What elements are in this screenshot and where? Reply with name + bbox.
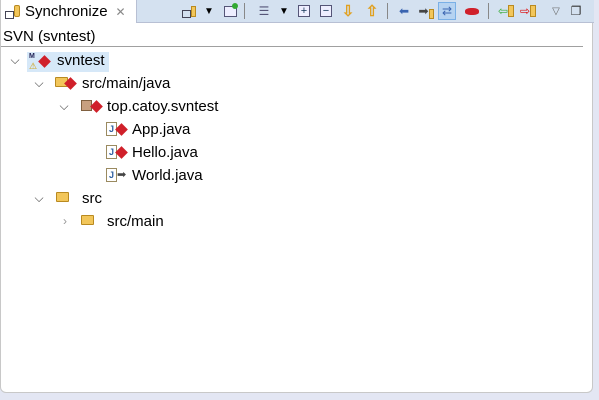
tree-item-folder[interactable]: › src/main: [1, 210, 599, 232]
java-file-outgoing-icon: J ➡: [106, 167, 128, 183]
tree-item-folder[interactable]: ⌵ src/main/java: [1, 72, 599, 94]
chevron-right-icon[interactable]: ›: [59, 214, 71, 228]
tree-item-label: src/main/java: [82, 75, 171, 92]
folder-icon: [56, 190, 78, 206]
java-file-conflict-icon: J: [106, 144, 128, 160]
pin-icon[interactable]: [221, 2, 239, 20]
synchronize-icon: [5, 4, 21, 20]
tree-item-label: src: [82, 190, 102, 207]
tree-layout-icon[interactable]: ☰: [255, 2, 273, 20]
java-file-conflict-icon: J: [106, 121, 128, 137]
tree-item-file[interactable]: J App.java: [1, 118, 599, 140]
source-folder-conflict-icon: [55, 75, 77, 91]
minimize-icon[interactable]: ❐: [567, 2, 585, 20]
view-menu-icon[interactable]: ▽: [547, 2, 565, 20]
chevron-down-icon[interactable]: ⌵: [33, 191, 45, 206]
separator: [488, 3, 489, 19]
outgoing-mode-icon[interactable]: ➡: [417, 2, 435, 20]
tab-title: Synchronize: [25, 3, 108, 20]
tree-item-file[interactable]: J ➡ World.java: [1, 164, 599, 186]
tree-item-package[interactable]: ⌵ top.catoy.svntest: [1, 95, 599, 117]
tree-item-label: App.java: [132, 121, 191, 138]
view-toolbar: ▼ ☰ ▼ + − ⇩ ⇧ ⬅ ➡ ⇄ ⇦ ⇨ ▽ ❐: [136, 0, 594, 23]
incoming-outgoing-mode-icon[interactable]: ⇄: [438, 2, 456, 20]
expand-all-icon[interactable]: +: [295, 2, 313, 20]
package-conflict-icon: [81, 98, 103, 114]
view-title: SVN (svntest): [3, 28, 96, 45]
tree-item-project[interactable]: ⌵ M ⚠ svntest: [1, 49, 599, 72]
collapse-all-icon[interactable]: −: [317, 2, 335, 20]
folder-icon: [81, 213, 103, 229]
project-conflict-icon: M ⚠: [29, 53, 51, 71]
close-icon[interactable]: ✕: [116, 5, 126, 19]
update-all-icon[interactable]: ⇦: [497, 2, 515, 20]
tree-item-label: src/main: [107, 213, 164, 230]
synchronize-icon[interactable]: [180, 2, 198, 20]
separator: [387, 3, 388, 19]
tree-item-label: World.java: [132, 167, 203, 184]
dropdown-icon[interactable]: ▼: [200, 2, 218, 20]
tree-item-label: svntest: [57, 52, 105, 69]
commit-all-icon[interactable]: ⇨: [519, 2, 537, 20]
next-difference-icon[interactable]: ⇩: [339, 2, 357, 20]
conflicts-mode-icon[interactable]: [463, 2, 481, 20]
separator: [244, 3, 245, 19]
previous-difference-icon[interactable]: ⇧: [363, 2, 381, 20]
tree-item-folder[interactable]: ⌵ src: [1, 187, 599, 209]
incoming-mode-icon[interactable]: ⬅: [395, 2, 413, 20]
synchronize-view: Synchronize ✕ ▼ ☰ ▼ + − ⇩ ⇧ ⬅ ➡ ⇄ ⇦ ⇨ ▽ …: [0, 0, 594, 393]
tree-item-label: Hello.java: [132, 144, 198, 161]
chevron-down-icon[interactable]: ⌵: [33, 76, 45, 91]
divider: [1, 46, 583, 47]
dropdown-icon[interactable]: ▼: [275, 2, 293, 20]
tab-synchronize[interactable]: Synchronize ✕: [1, 0, 136, 23]
chevron-down-icon[interactable]: ⌵: [58, 99, 70, 114]
tree-item-label: top.catoy.svntest: [107, 98, 219, 115]
tree-item-file[interactable]: J Hello.java: [1, 141, 599, 163]
chevron-down-icon[interactable]: ⌵: [9, 53, 21, 68]
